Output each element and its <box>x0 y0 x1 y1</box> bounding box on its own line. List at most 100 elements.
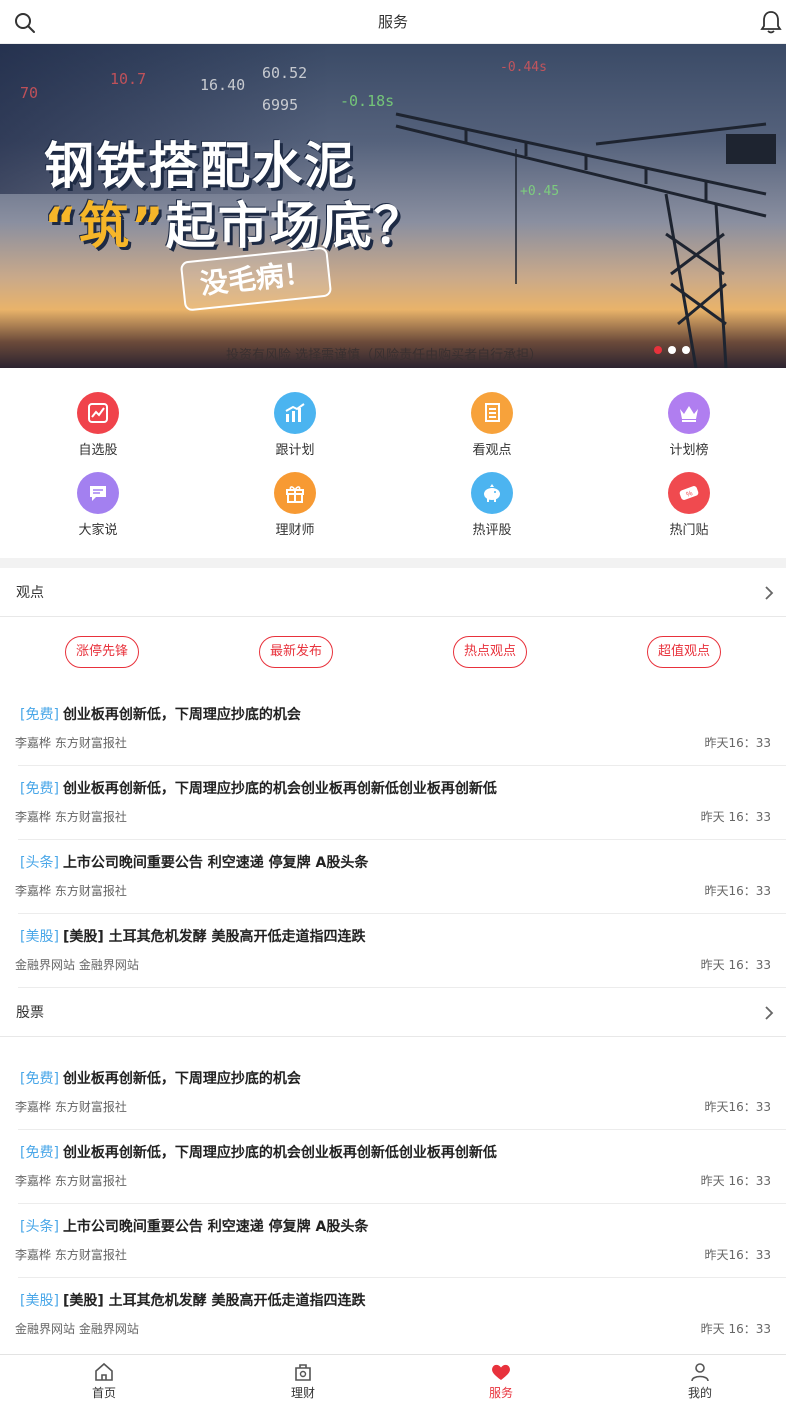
grid-item-watchlist[interactable]: 自选股 <box>38 392 158 472</box>
article-title: [美股] [美股] 土耳其危机发酵 美股高开低走道指四连跌 <box>20 1293 366 1309</box>
article-tag: [美股] <box>20 1293 59 1309</box>
section-header-stocks[interactable]: 股票 <box>0 989 786 1037</box>
grid-label: 跟计划 <box>275 443 315 458</box>
gift-icon <box>274 472 316 514</box>
chat-icon <box>77 472 119 514</box>
grid-label: 计划榜 <box>669 443 709 458</box>
article-time: 昨天 16：33 <box>700 1322 771 1336</box>
grid-label: 大家说 <box>78 523 118 538</box>
article-source: 金融界网站 金融界网站 <box>15 1322 139 1336</box>
chevron-right-icon[interactable] <box>764 1005 774 1021</box>
document-icon <box>471 392 513 434</box>
pill-value[interactable]: 超值观点 <box>647 636 721 668</box>
article-tag: [免费] <box>20 781 59 797</box>
bell-icon[interactable] <box>760 10 782 34</box>
article-item[interactable]: [免费] 创业板再创新低，下周理应抄底的机会创业板再创新低创业板再创新低 李嘉桦 … <box>0 766 786 840</box>
ticker-value: 70 <box>20 84 39 102</box>
top-bar: 服务 <box>0 0 786 44</box>
article-source: 李嘉桦 东方财富报社 <box>15 1248 127 1262</box>
pill-hot[interactable]: 热点观点 <box>453 636 527 668</box>
article-tag: [头条] <box>20 1219 59 1235</box>
grid-label: 理财师 <box>275 523 315 538</box>
carousel-dot[interactable] <box>682 346 690 354</box>
section-title: 观点 <box>16 585 44 601</box>
ticker-value: -0.44s <box>500 60 547 75</box>
service-grid: 自选股 跟计划 看观点 计划榜 大家说 理财师 热评股 % 热门贴 <box>0 380 786 552</box>
view-filter-pills: 涨停先锋 最新发布 热点观点 超值观点 <box>0 618 786 688</box>
grid-item-advisor[interactable]: 理财师 <box>235 472 355 552</box>
tab-home[interactable]: 首页 <box>44 1355 164 1407</box>
tab-service[interactable]: 服务 <box>441 1355 561 1407</box>
banner-subheadline: “筑”起市场底？ <box>44 197 426 255</box>
grid-item-plan-ranking[interactable]: 计划榜 <box>629 392 749 472</box>
carousel-dot-active[interactable] <box>654 346 662 354</box>
article-title: [头条] 上市公司晚间重要公告 利空速递 停复牌 A股头条 <box>20 855 369 871</box>
article-title: [免费] 创业板再创新低，下周理应抄底的机会创业板再创新低创业板再创新低 <box>20 1145 497 1161</box>
grid-item-follow-plan[interactable]: 跟计划 <box>235 392 355 472</box>
article-title: [美股] [美股] 土耳其危机发酵 美股高开低走道指四连跌 <box>20 929 366 945</box>
article-tag: [免费] <box>20 1071 59 1087</box>
article-item[interactable]: [免费] 创业板再创新低，下周理应抄底的机会 李嘉桦 东方财富报社 昨天16：33 <box>0 692 786 766</box>
carousel-dot[interactable] <box>668 346 676 354</box>
grid-item-views[interactable]: 看观点 <box>432 392 552 472</box>
section-divider <box>0 558 786 568</box>
divider <box>18 987 786 988</box>
article-tag: [免费] <box>20 1145 59 1161</box>
article-item[interactable]: [美股] [美股] 土耳其危机发酵 美股高开低走道指四连跌 金融界网站 金融界网站… <box>0 1278 786 1352</box>
ticker-value: 6995 <box>262 96 299 114</box>
promo-banner[interactable]: 70 10.7 16.40 6995 60.52 -0.18s -0.44s +… <box>0 44 786 368</box>
grid-label: 看观点 <box>472 443 512 458</box>
grid-item-hot-stocks[interactable]: 热评股 <box>432 472 552 552</box>
tab-label: 我的 <box>687 1386 712 1400</box>
article-tag: [免费] <box>20 707 59 723</box>
tab-label: 理财 <box>290 1386 315 1400</box>
chart-trend-icon <box>77 392 119 434</box>
article-source: 金融界网站 金融界网站 <box>15 958 139 972</box>
ticker-value: 16.40 <box>200 76 246 94</box>
grid-item-community[interactable]: 大家说 <box>38 472 158 552</box>
section-header-views[interactable]: 观点 <box>0 569 786 617</box>
tab-mine[interactable]: 我的 <box>640 1355 760 1407</box>
article-time: 昨天 16：33 <box>700 958 771 972</box>
tab-finance[interactable]: 理财 <box>243 1355 363 1407</box>
article-source: 李嘉桦 东方财富报社 <box>15 810 127 824</box>
article-source: 李嘉桦 东方财富报社 <box>15 736 127 750</box>
article-title: [头条] 上市公司晚间重要公告 利空速递 停复牌 A股头条 <box>20 1219 369 1235</box>
article-title: [免费] 创业板再创新低，下周理应抄底的机会 <box>20 1071 301 1087</box>
grid-label: 热门贴 <box>669 523 709 538</box>
article-source: 李嘉桦 东方财富报社 <box>15 1100 127 1114</box>
page-title: 服务 <box>377 13 408 31</box>
bar-chart-icon <box>274 392 316 434</box>
carousel-indicator[interactable] <box>654 346 690 354</box>
ticker-value: 10.7 <box>110 70 147 88</box>
article-item[interactable]: [头条] 上市公司晚间重要公告 利空速递 停复牌 A股头条 李嘉桦 东方财富报社 … <box>0 1204 786 1278</box>
article-item[interactable]: [美股] [美股] 土耳其危机发酵 美股高开低走道指四连跌 金融界网站 金融界网站… <box>0 914 786 988</box>
ticker-value: 60.52 <box>262 64 308 82</box>
tab-label: 服务 <box>488 1386 513 1400</box>
section-title: 股票 <box>16 1005 44 1021</box>
article-tag: [美股] <box>20 929 59 945</box>
pill-latest[interactable]: 最新发布 <box>259 636 333 668</box>
article-item[interactable]: [免费] 创业板再创新低，下周理应抄底的机会 李嘉桦 东方财富报社 昨天16：33 <box>0 1056 786 1130</box>
crown-icon <box>668 392 710 434</box>
chevron-right-icon[interactable] <box>764 585 774 601</box>
wallet-icon <box>295 1364 311 1381</box>
article-time: 昨天16：33 <box>704 1248 771 1262</box>
grid-label: 热评股 <box>472 523 512 538</box>
coupon-icon: % <box>668 472 710 514</box>
article-time: 昨天 16：33 <box>700 810 771 824</box>
tab-label: 首页 <box>91 1386 116 1400</box>
heart-icon <box>492 1364 510 1380</box>
article-item[interactable]: [免费] 创业板再创新低，下周理应抄底的机会创业板再创新低创业板再创新低 李嘉桦 … <box>0 1130 786 1204</box>
pill-limit-up[interactable]: 涨停先锋 <box>65 636 139 668</box>
article-title: [免费] 创业板再创新低，下周理应抄底的机会创业板再创新低创业板再创新低 <box>20 781 497 797</box>
article-source: 李嘉桦 东方财富报社 <box>15 1174 127 1188</box>
banner-disclaimer: 投资有风险 选择需谨慎（风险责任由购买者自行承担） <box>226 348 543 363</box>
article-time: 昨天 16：33 <box>700 1174 771 1188</box>
article-item[interactable]: [头条] 上市公司晚间重要公告 利空速递 停复牌 A股头条 李嘉桦 东方财富报社 … <box>0 840 786 914</box>
article-tag: [头条] <box>20 855 59 871</box>
article-time: 昨天16：33 <box>704 884 771 898</box>
crane-illustration <box>395 112 776 368</box>
grid-item-hot-posts[interactable]: % 热门贴 <box>629 472 749 552</box>
home-icon <box>95 1362 113 1381</box>
